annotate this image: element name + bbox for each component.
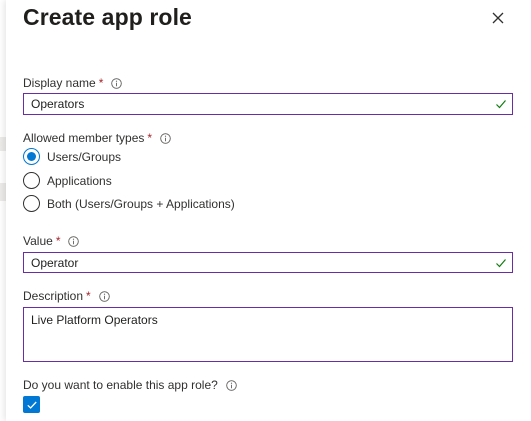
display-name-label: Display name * (23, 76, 123, 90)
required-asterisk: * (147, 131, 153, 145)
description-label-text: Description (23, 289, 84, 303)
member-types-label-text: Allowed member types (23, 131, 145, 145)
info-icon[interactable] (111, 77, 123, 89)
create-app-role-panel: Create app role Display name * Operators… (6, 0, 531, 421)
info-icon[interactable] (160, 132, 171, 144)
value-label: Value * (23, 234, 80, 248)
radio-button-icon (23, 195, 40, 212)
valid-check-icon (495, 98, 507, 110)
radio-label: Users/Groups (47, 149, 122, 164)
required-asterisk: * (86, 289, 91, 303)
description-value: Live Platform Operators (31, 313, 158, 327)
radio-label: Applications (47, 173, 112, 188)
info-icon[interactable] (98, 290, 110, 302)
display-name-input[interactable]: Operators (23, 93, 513, 115)
valid-check-icon (495, 257, 507, 269)
radio-both[interactable]: Both (Users/Groups + Applications) (23, 195, 235, 212)
radio-button-icon (23, 148, 40, 165)
enable-role-label: Do you want to enable this app role? (23, 378, 237, 392)
checkmark-icon (26, 401, 37, 409)
description-textarea[interactable]: Live Platform Operators (23, 307, 513, 362)
display-name-value: Operators (31, 97, 85, 111)
enable-role-label-text: Do you want to enable this app role? (23, 378, 218, 392)
value-label-text: Value (23, 234, 53, 248)
info-icon[interactable] (226, 379, 237, 391)
value-input[interactable]: Operator (23, 252, 513, 273)
info-icon[interactable] (68, 235, 80, 247)
panel-title: Create app role (23, 4, 192, 30)
display-name-label-text: Display name (23, 76, 96, 90)
description-label: Description * (23, 289, 110, 303)
radio-users-groups[interactable]: Users/Groups (23, 148, 121, 165)
radio-button-icon (23, 172, 40, 189)
enable-role-checkbox[interactable] (23, 396, 40, 413)
required-asterisk: * (98, 76, 104, 90)
required-asterisk: * (55, 234, 61, 248)
member-types-label: Allowed member types * (23, 131, 171, 145)
radio-applications[interactable]: Applications (23, 172, 112, 189)
radio-label: Both (Users/Groups + Applications) (47, 196, 235, 211)
close-icon[interactable] (490, 10, 506, 26)
value-input-value: Operator (31, 255, 79, 270)
